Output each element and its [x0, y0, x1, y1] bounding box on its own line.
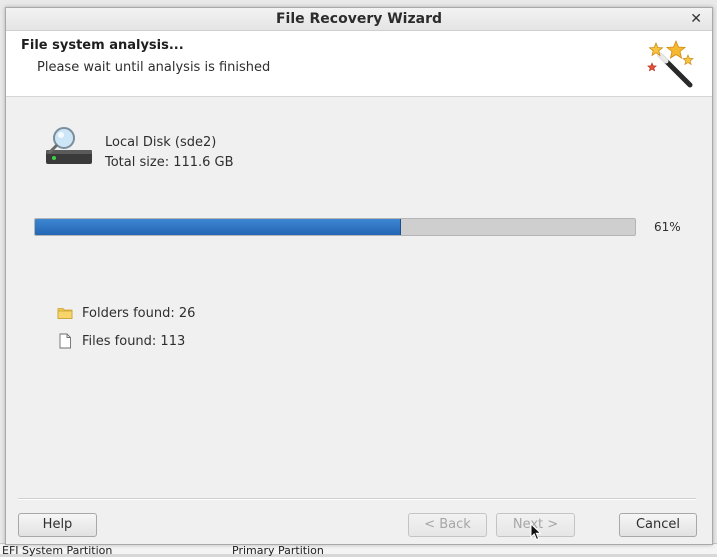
close-button[interactable]: ✕ — [690, 8, 702, 30]
analysis-progress-bar — [34, 218, 636, 236]
progress-percentage: 61% — [654, 220, 681, 234]
folders-found-count: Folders found: 26 — [82, 305, 196, 321]
mouse-cursor-icon — [530, 523, 542, 541]
background-partition-type: Primary Partition — [232, 544, 324, 557]
background-partition-label: EFI System Partition — [2, 544, 113, 557]
folders-found-row: Folders found: 26 — [57, 305, 195, 321]
folder-icon — [57, 308, 73, 319]
footer-separator — [18, 498, 696, 500]
magic-wand-icon — [647, 39, 694, 88]
disk-name: Local Disk (sde2) — [105, 135, 217, 150]
disk-total-size: Total size: 111.6 GB — [105, 155, 234, 170]
step-title: File system analysis... — [21, 38, 184, 53]
file-icon — [59, 333, 71, 349]
wizard-header: File system analysis... Please wait unti… — [6, 31, 712, 97]
step-subtitle: Please wait until analysis is finished — [37, 60, 271, 75]
help-button[interactable]: Help — [18, 513, 97, 537]
progress-bar-fill — [35, 219, 401, 235]
cancel-button[interactable]: Cancel — [619, 513, 697, 537]
hard-disk-search-icon — [46, 127, 92, 164]
dialog-titlebar[interactable]: File Recovery Wizard ✕ — [6, 8, 712, 31]
back-button[interactable]: < Back — [408, 513, 487, 537]
dialog-title: File Recovery Wizard — [275, 11, 442, 27]
file-recovery-wizard-dialog: File Recovery Wizard ✕ File system analy… — [5, 7, 713, 545]
files-found-row: Files found: 113 — [57, 333, 185, 349]
files-found-count: Files found: 113 — [82, 333, 186, 349]
